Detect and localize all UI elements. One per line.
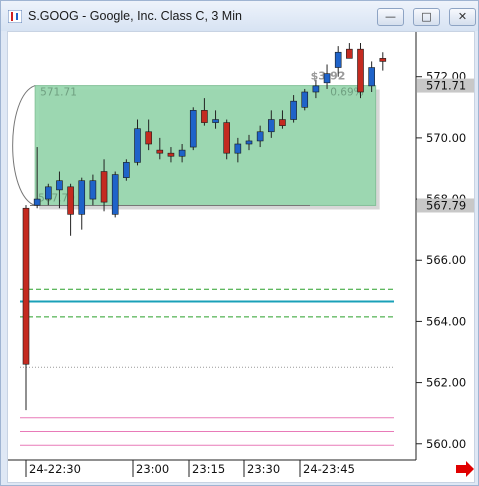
minimize-button[interactable]: — [377, 8, 404, 26]
x-tick-label: 23:30 [247, 462, 280, 476]
x-tick-label: 23:00 [136, 462, 169, 476]
price-tag-high: 571.71 [426, 79, 466, 93]
y-tick-label: 562.00 [426, 376, 466, 390]
chart-app-icon [8, 10, 22, 23]
candle-body [156, 149, 164, 154]
candle-body [178, 149, 186, 157]
chart-window: S.GOOG - Google, Inc. Class C, 3 Min — □… [0, 0, 479, 486]
candle-body [201, 110, 208, 123]
candle-body [145, 131, 152, 145]
candle-body [301, 91, 309, 108]
restore-button[interactable]: □ [413, 8, 440, 26]
x-tick-label: 24-22:30 [29, 462, 81, 476]
candle-body [234, 143, 242, 154]
candle-body [56, 180, 63, 191]
box-top-label: 571.71 [40, 87, 77, 99]
candle-body [78, 180, 86, 215]
candle-body [357, 48, 364, 93]
candle-body [312, 85, 320, 93]
candle-body [44, 186, 52, 200]
candle-body [245, 140, 253, 145]
chart-area[interactable]: 571.71567.790.69%$3.92 560.00562.00564.0… [7, 31, 475, 483]
candle-body [368, 67, 375, 87]
title-bar[interactable]: S.GOOG - Google, Inc. Class C, 3 Min — □… [1, 1, 478, 31]
window-title: S.GOOG - Google, Inc. Class C, 3 Min [28, 9, 242, 23]
candle-body [279, 119, 286, 126]
candle-body [334, 51, 342, 68]
y-tick-label: 566.00 [426, 253, 466, 267]
candle-body [290, 100, 297, 120]
candle-body [33, 198, 41, 206]
candle-body [346, 48, 353, 59]
price-tag-low: 567.79 [426, 198, 466, 212]
candle-body [223, 122, 230, 154]
x-tick-label: 23:15 [192, 462, 225, 476]
candle-body [323, 73, 331, 84]
candle-body [134, 128, 141, 163]
candle-body [189, 110, 197, 148]
candle-body [123, 162, 130, 178]
candle-body [22, 207, 30, 365]
highlight-box [34, 85, 377, 206]
price-chart[interactable]: 571.71567.790.69%$3.92 560.00562.00564.0… [8, 32, 474, 482]
candle-body [111, 174, 119, 215]
candle-body [89, 180, 97, 200]
candle-body [67, 186, 74, 215]
candle-body [267, 119, 275, 133]
y-tick-label: 564.00 [426, 314, 466, 328]
close-button[interactable]: ✕ [449, 8, 476, 26]
candle-body [212, 119, 219, 123]
candle-body [167, 152, 175, 157]
x-tick-label: 24-23:45 [303, 462, 355, 476]
y-tick-label: 560.00 [426, 437, 466, 451]
candle-body [379, 58, 387, 62]
candle-body [256, 131, 264, 142]
y-tick-label: 570.00 [426, 131, 466, 145]
candle-body [100, 171, 108, 203]
